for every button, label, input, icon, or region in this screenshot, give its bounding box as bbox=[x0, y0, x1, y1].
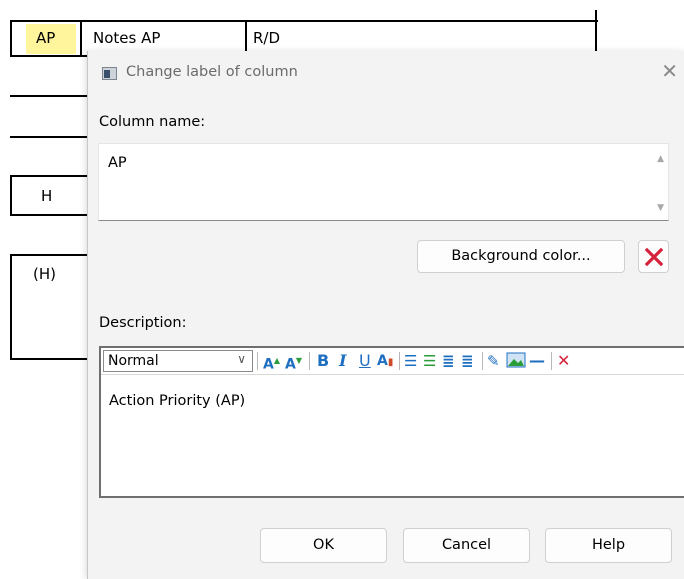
ok-button[interactable]: OK bbox=[260, 528, 387, 563]
side-cell-h: H bbox=[41, 187, 53, 205]
description-label: Description: bbox=[99, 315, 187, 331]
paragraph-style-select[interactable]: Normal ∨ bbox=[103, 350, 253, 372]
link-icon[interactable]: ✎ bbox=[487, 352, 500, 370]
window-icon bbox=[102, 67, 117, 80]
cancel-button[interactable]: Cancel bbox=[403, 528, 530, 563]
style-select-value: Normal bbox=[108, 353, 159, 369]
header-cell-rd: R/D bbox=[253, 29, 281, 47]
numbered-list-icon[interactable]: ☰ bbox=[404, 352, 417, 370]
horizontal-line-icon[interactable]: — bbox=[529, 352, 545, 370]
red-x-icon bbox=[645, 248, 663, 266]
header-cell-ap: AP bbox=[36, 29, 56, 47]
grow-font-icon[interactable]: A▲ bbox=[263, 352, 280, 374]
clear-color-button[interactable] bbox=[638, 240, 669, 273]
font-color-icon[interactable]: A▮ bbox=[377, 352, 393, 372]
chevron-down-icon: ∨ bbox=[237, 352, 246, 366]
bold-icon[interactable]: B bbox=[317, 352, 329, 370]
scroll-up-icon[interactable]: ▲ bbox=[657, 154, 664, 164]
side-cell-h-paren: (H) bbox=[33, 265, 56, 283]
change-label-dialog: Change label of column ✕ Column name: AP… bbox=[87, 51, 684, 579]
column-name-value: AP bbox=[108, 155, 127, 171]
dialog-title: Change label of column bbox=[126, 64, 298, 80]
increase-indent-icon[interactable]: ≣ bbox=[461, 352, 474, 370]
decrease-indent-icon[interactable]: ≣ bbox=[442, 352, 455, 370]
description-editor[interactable]: Normal ∨ A▲ A▼ B I U A▮ ☰ ☰ ≣ ≣ ✎ — ✕ Ac bbox=[99, 346, 684, 498]
italic-icon[interactable]: I bbox=[339, 352, 346, 370]
shrink-font-icon[interactable]: A▼ bbox=[285, 352, 302, 374]
scroll-down-icon[interactable]: ▼ bbox=[657, 203, 664, 213]
bullet-list-icon[interactable]: ☰ bbox=[423, 352, 436, 370]
column-name-label: Column name: bbox=[99, 114, 206, 130]
header-cell-notes-ap: Notes AP bbox=[93, 29, 161, 47]
description-text[interactable]: Action Priority (AP) bbox=[109, 393, 245, 409]
underline-icon[interactable]: U bbox=[359, 352, 371, 370]
remove-format-icon[interactable]: ✕ bbox=[557, 352, 570, 370]
column-name-input[interactable]: AP ▲ ▼ bbox=[98, 143, 669, 221]
image-icon[interactable] bbox=[506, 352, 526, 372]
background-color-button[interactable]: Background color... bbox=[417, 240, 625, 273]
help-button[interactable]: Help bbox=[545, 528, 672, 563]
editor-toolbar: Normal ∨ A▲ A▼ B I U A▮ ☰ ☰ ≣ ≣ ✎ — ✕ bbox=[101, 348, 684, 375]
close-icon[interactable]: ✕ bbox=[661, 61, 678, 81]
